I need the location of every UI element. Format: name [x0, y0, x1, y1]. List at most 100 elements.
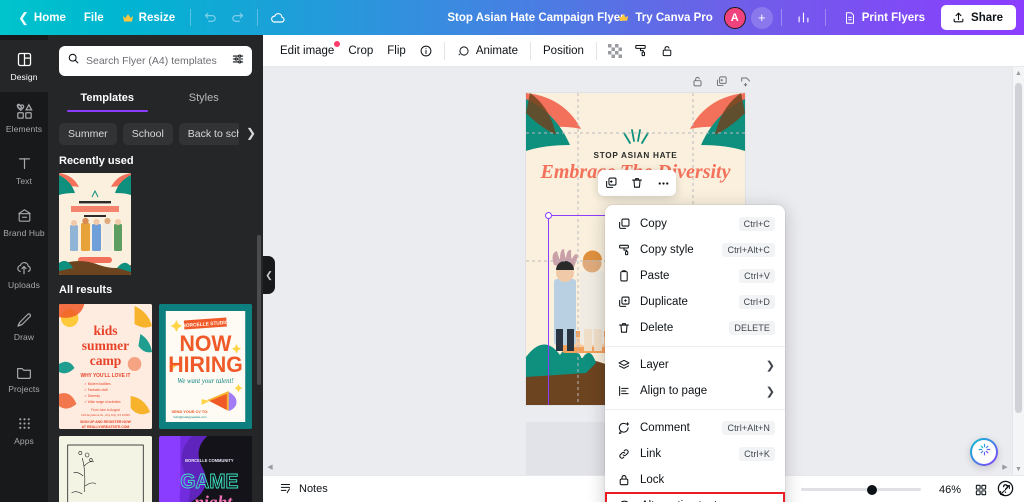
grid-view-button[interactable] [970, 479, 992, 501]
svg-text:✓ Diversity: ✓ Diversity [84, 394, 100, 398]
position-button[interactable]: Position [536, 40, 591, 62]
add-collaborator-button[interactable]: + [750, 6, 773, 29]
context-menu-separator [605, 409, 785, 410]
chip-summer[interactable]: Summer [59, 122, 117, 145]
filter-sliders-icon[interactable] [231, 52, 245, 71]
scroll-left-button[interactable]: ◀ [264, 461, 276, 473]
scroll-down-button[interactable]: ▼ [1013, 463, 1024, 475]
sidebar-item-label: Projects [8, 384, 40, 394]
context-menu-item-copy-style[interactable]: Copy style Ctrl+Alt+C [605, 237, 785, 263]
help-circle-icon [997, 480, 1014, 497]
edit-image-button[interactable]: Edit image [273, 40, 341, 62]
sidebar-item-uploads[interactable]: Uploads [0, 248, 48, 300]
crop-button[interactable]: Crop [341, 40, 380, 62]
home-button[interactable]: ❮ Home [9, 5, 75, 31]
sidebar-item-label: Elements [5, 124, 43, 134]
canva-editor-window: ❮ Home File Resize Stop Asian Hate Campa… [0, 0, 1024, 502]
chip-school[interactable]: School [122, 122, 173, 145]
context-menu-item-alternative-text[interactable]: Alternative text [605, 492, 785, 502]
panel-collapse-handle[interactable]: ❮ [263, 256, 275, 294]
scroll-right-button[interactable]: ▶ [999, 461, 1011, 473]
template-thumb-game-night[interactable]: BORCELLE COMMUNITY GAME night Saturday, … [159, 436, 252, 502]
canvas-vertical-scrollbar[interactable]: ▲ ▼ [1012, 67, 1024, 475]
sidebar-item-label: Uploads [8, 280, 40, 290]
context-menu-item-layer[interactable]: Layer ❯ [605, 352, 785, 378]
canvas-vertical-scroll-thumb[interactable] [1015, 83, 1022, 413]
transparency-button[interactable] [602, 38, 628, 64]
divider [190, 9, 192, 26]
panel-scrollbar-thumb[interactable] [257, 235, 261, 385]
info-button[interactable] [413, 38, 439, 64]
magic-studio-button[interactable] [970, 438, 998, 466]
chips-next-button[interactable]: ❯ [239, 121, 263, 145]
delete-trash-icon[interactable] [627, 173, 647, 193]
sidebar-item-elements[interactable]: Elements [0, 92, 48, 144]
context-menu-label: Align to page [640, 385, 708, 397]
document-title[interactable]: Stop Asian Hate Campaign Flyer [439, 8, 632, 28]
cloud-saved-button[interactable] [264, 4, 291, 31]
home-label: Home [33, 11, 66, 24]
zoom-slider[interactable] [801, 484, 921, 495]
sidebar-item-apps[interactable]: Apps [0, 404, 48, 456]
context-menu-item-copy[interactable]: Copy Ctrl+C [605, 211, 785, 237]
resize-button[interactable]: Resize [113, 7, 184, 29]
try-canva-pro-button[interactable]: Try Canva Pro [609, 6, 721, 30]
template-thumb-recent[interactable] [59, 173, 131, 275]
flip-button[interactable]: Flip [380, 40, 413, 62]
lock-button[interactable] [654, 38, 680, 64]
notes-button[interactable]: Notes [273, 477, 334, 502]
template-thumb-now-hiring[interactable]: BORCELLE STUDIO NOW HIRING We want your … [159, 304, 252, 429]
crown-icon [122, 12, 134, 24]
sidebar-item-brand-hub[interactable]: Brand Hub [0, 196, 48, 248]
animate-button[interactable]: Animate [450, 39, 525, 63]
add-page-icon[interactable] [736, 72, 754, 90]
svg-text:kids: kids [93, 323, 118, 338]
redo-button[interactable] [224, 4, 251, 31]
sidebar-item-projects[interactable]: Projects [0, 352, 48, 404]
tab-styles[interactable]: Styles [156, 85, 253, 112]
tab-templates[interactable]: Templates [59, 85, 156, 112]
chevron-left-icon: ❮ [18, 9, 29, 25]
resize-handle-tl[interactable] [545, 212, 552, 219]
context-menu-item-link[interactable]: Link Ctrl+K [605, 441, 785, 467]
sidebar-item-draw[interactable]: Draw [0, 300, 48, 352]
scroll-up-button[interactable]: ▲ [1013, 67, 1024, 79]
template-thumb-grand-opening[interactable]: Liceria & Co. GRAND OPENING Saturday, Ju… [59, 436, 152, 502]
lock-icon[interactable] [688, 72, 706, 90]
more-options-icon[interactable] [653, 173, 673, 193]
duplicate-page-icon[interactable] [712, 72, 730, 90]
sidebar-item-text[interactable]: Text [0, 144, 48, 196]
search-box[interactable] [59, 46, 252, 76]
svg-text:SEND YOUR CV TO:: SEND YOUR CV TO: [172, 409, 209, 414]
help-button[interactable] [996, 479, 1015, 498]
divider [824, 9, 826, 26]
animate-label: Animate [475, 44, 518, 57]
undo-button[interactable] [197, 4, 224, 31]
context-menu-item-delete[interactable]: Delete DELETE [605, 315, 785, 341]
chevron-right-icon: ❯ [765, 385, 775, 398]
context-menu-item-duplicate[interactable]: Duplicate Ctrl+D [605, 289, 785, 315]
context-menu-item-align-to-page[interactable]: Align to page ❯ [605, 378, 785, 404]
zoom-slider-knob[interactable] [867, 484, 877, 495]
paste-clipboard-icon [616, 269, 631, 284]
context-menu-item-comment[interactable]: Comment Ctrl+Alt+N [605, 415, 785, 441]
print-flyers-button[interactable]: Print Flyers [834, 5, 934, 31]
svg-text:✓ Fantastic staff: ✓ Fantastic staff [84, 388, 107, 392]
zoom-level-label[interactable]: 46% [935, 484, 961, 496]
avatar[interactable]: A [723, 6, 746, 29]
share-upload-icon [953, 12, 964, 23]
file-menu-button[interactable]: File [75, 7, 113, 29]
context-menu-item-lock[interactable]: Lock [605, 467, 785, 493]
svg-text:123 Anywhere St., Any City, ST: 123 Anywhere St., Any City, ST 12345 [81, 413, 130, 417]
svg-text:GAME: GAME [180, 471, 238, 493]
search-input[interactable] [86, 55, 225, 67]
svg-text:✓ Modern facilities: ✓ Modern facilities [84, 382, 111, 386]
insights-button[interactable] [790, 4, 817, 31]
copy-style-button[interactable] [628, 38, 654, 64]
duplicate-icon[interactable] [601, 173, 621, 193]
context-menu-item-paste[interactable]: Paste Ctrl+V [605, 263, 785, 289]
sidebar-item-design[interactable]: Design [0, 40, 48, 92]
share-button[interactable]: Share [941, 5, 1016, 30]
chevron-left-icon: ❮ [265, 269, 273, 280]
template-thumb-kids-summer-camp[interactable]: kids summer camp WHY YOU'LL LOVE IT ✓ Mo… [59, 304, 152, 429]
